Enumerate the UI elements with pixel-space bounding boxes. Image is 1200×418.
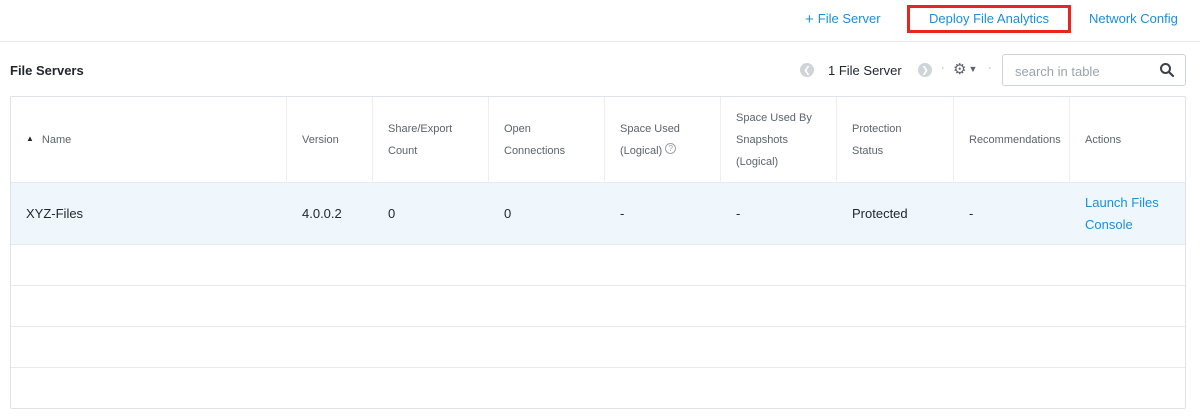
- column-header-space-used-by-snapshots[interactable]: Space Used By Snapshots (Logical): [721, 97, 837, 183]
- empty-row: [11, 286, 1185, 327]
- cell-recommendations: -: [969, 206, 974, 221]
- column-label-line: Space Used: [620, 123, 680, 135]
- separator-dot: ·: [941, 62, 945, 74]
- column-header-protection-status[interactable]: Protection Status: [837, 97, 954, 183]
- column-label: Actions: [1085, 134, 1122, 146]
- cell-name: XYZ-Files: [26, 206, 84, 221]
- column-label-line: (Logical): [620, 145, 663, 157]
- column-label-line: Protection: [852, 123, 902, 135]
- column-label-line: Connections: [504, 145, 566, 157]
- help-circle-icon[interactable]: ?: [665, 143, 677, 154]
- column-label-line: Space Used By: [736, 112, 812, 124]
- cell-version: 4.0.0.2: [302, 206, 342, 221]
- action-link-line: Console: [1085, 217, 1133, 232]
- cell-open-connections: 0: [504, 206, 512, 221]
- column-label-line: Share/Export: [388, 123, 453, 135]
- cell-protection-status: Protected: [852, 206, 908, 221]
- empty-row: [11, 327, 1185, 368]
- table-settings-button[interactable]: ⚙ ▼: [953, 60, 977, 78]
- cell-space-used: -: [620, 206, 625, 221]
- add-file-server-label: File Server: [817, 11, 881, 26]
- column-label-line: Count: [388, 145, 418, 157]
- separator-dot: ·: [988, 62, 992, 74]
- action-link-line: Launch Files: [1085, 195, 1159, 210]
- column-header-share-export-count[interactable]: Share/Export Count: [373, 97, 489, 183]
- empty-row: [11, 245, 1185, 286]
- column-label-line: (Logical): [736, 156, 779, 168]
- chevron-right-icon: ❯: [921, 65, 929, 75]
- pager-prev-button[interactable]: ❮: [800, 63, 814, 77]
- column-label: Version: [302, 134, 339, 146]
- column-label: Name: [41, 134, 72, 146]
- launch-files-console-link[interactable]: Launch Files Console: [1070, 183, 1185, 245]
- search-input[interactable]: [1015, 62, 1155, 80]
- column-header-version[interactable]: Version: [287, 97, 373, 183]
- deploy-file-analytics-button[interactable]: Deploy File Analytics: [907, 5, 1071, 33]
- search-box: [1002, 54, 1186, 86]
- cell-space-used-by-snapshots: -: [736, 206, 741, 221]
- column-header-recommendations[interactable]: Recommendations: [954, 97, 1070, 183]
- table-header: ▲ Name Version Share/Export Count Open C…: [11, 97, 1185, 183]
- network-config-label: Network Config: [1089, 11, 1178, 26]
- column-label-line: Open: [504, 123, 531, 135]
- pager-count: 1 File Server: [828, 63, 902, 78]
- deploy-file-analytics-label: Deploy File Analytics: [929, 11, 1049, 26]
- table-row[interactable]: XYZ-Files 4.0.0.2 0 0 - - Protected - La…: [11, 183, 1185, 245]
- column-label: Recommendations: [969, 134, 1061, 146]
- add-file-server-button[interactable]: + File Server: [805, 10, 881, 28]
- column-header-actions: Actions: [1070, 97, 1185, 183]
- column-label-line: Status: [852, 145, 884, 157]
- search-icon[interactable]: [1159, 62, 1175, 78]
- cell-share-export-count: 0: [388, 206, 396, 221]
- column-label-line: Snapshots: [736, 134, 788, 146]
- pager-next-button[interactable]: ❯: [918, 63, 932, 77]
- column-header-open-connections[interactable]: Open Connections: [489, 97, 605, 183]
- column-header-space-used[interactable]: Space Used (Logical)?: [605, 97, 721, 183]
- empty-row: [11, 368, 1185, 408]
- top-toolbar: + File Server Deploy File Analytics Netwo…: [0, 0, 1200, 42]
- file-servers-table: ▲ Name Version Share/Export Count Open C…: [10, 96, 1186, 409]
- gear-icon: ⚙: [953, 61, 967, 78]
- column-header-name[interactable]: ▲ Name: [11, 97, 287, 183]
- sort-ascending-icon: ▲: [26, 134, 34, 143]
- section-title: File Servers: [10, 63, 84, 78]
- network-config-button[interactable]: Network Config: [1089, 11, 1178, 26]
- chevron-down-icon: ▼: [968, 64, 978, 74]
- plus-icon: +: [805, 11, 814, 28]
- chevron-left-icon: ❮: [803, 65, 811, 75]
